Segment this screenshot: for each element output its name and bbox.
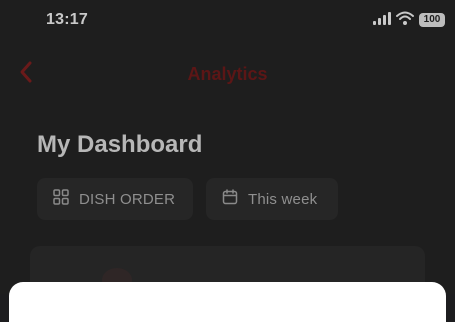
nav-title: Analytics (187, 64, 268, 84)
wifi-icon (396, 11, 414, 30)
signal-icon (373, 11, 391, 30)
dish-order-filter-label: DISH ORDER (79, 190, 176, 208)
status-icons: 100 (373, 11, 445, 30)
battery-icon: 100 (419, 13, 445, 27)
date-range-filter-button[interactable]: This week (206, 178, 338, 220)
calendar-icon (222, 188, 238, 210)
app-screen: 13:17 100 Analytics My Dashboard DISH OR… (0, 0, 455, 322)
status-time: 13:17 (46, 11, 88, 28)
dish-order-filter-button[interactable]: DISH ORDER (37, 178, 193, 220)
grid-icon (53, 188, 69, 210)
date-range-filter-label: This week (248, 190, 318, 208)
bottom-sheet[interactable] (9, 282, 446, 322)
page-title: My Dashboard (37, 131, 203, 158)
